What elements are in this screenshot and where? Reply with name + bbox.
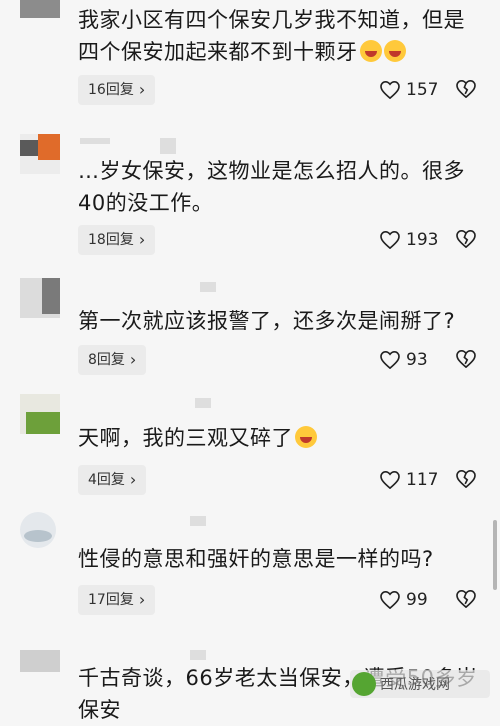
avatar[interactable]	[20, 512, 56, 548]
watermark: 西瓜游戏网	[350, 670, 490, 698]
avatar[interactable]	[20, 0, 60, 18]
redacted-username	[200, 282, 216, 292]
dislike-button[interactable]	[456, 230, 476, 248]
dislike-button[interactable]	[456, 470, 476, 488]
like-button[interactable]: 193	[380, 230, 438, 250]
reply-count-button[interactable]: 16回复 ›	[78, 75, 156, 105]
avatar[interactable]	[20, 394, 60, 434]
chevron-right-icon: ›	[129, 470, 137, 489]
dislike-button[interactable]	[456, 80, 476, 98]
chevron-right-icon: ›	[138, 590, 146, 609]
heart-icon	[380, 231, 400, 249]
broken-heart-icon	[456, 590, 476, 608]
like-button[interactable]: 93	[380, 350, 428, 370]
chevron-right-icon: ›	[129, 350, 137, 369]
dislike-button[interactable]	[456, 350, 476, 368]
heart-icon	[380, 471, 400, 489]
avatar[interactable]	[20, 278, 60, 318]
heart-icon	[380, 81, 400, 99]
reply-count-button[interactable]: 4回复 ›	[78, 465, 147, 495]
broken-heart-icon	[456, 350, 476, 368]
scrollbar[interactable]	[493, 520, 497, 590]
broken-heart-icon	[456, 230, 476, 248]
reply-count-button[interactable]: 18回复 ›	[78, 225, 156, 255]
chevron-right-icon: ›	[138, 80, 146, 99]
chevron-right-icon: ›	[138, 230, 146, 249]
broken-heart-icon	[456, 80, 476, 98]
redacted-username	[195, 398, 211, 408]
heart-icon	[380, 591, 400, 609]
avatar[interactable]	[20, 650, 60, 672]
redacted-username	[190, 650, 206, 660]
laughing-emoji-icon	[383, 40, 406, 62]
comment-text: 天啊，我的三观又碎了	[78, 422, 478, 454]
redacted-username	[190, 516, 206, 526]
comment-text: 性侵的意思和强奸的意思是一样的吗?	[78, 547, 434, 571]
avatar[interactable]	[20, 134, 60, 174]
heart-icon	[380, 351, 400, 369]
comment-text: 我家小区有四个保安几岁我不知道，但是四个保安加起来都不到十颗牙	[78, 8, 465, 64]
watermark-logo-icon	[352, 672, 376, 696]
laughing-emoji-icon	[359, 40, 382, 62]
like-button[interactable]: 99	[380, 590, 428, 610]
reply-count-button[interactable]: 17回复 ›	[78, 585, 156, 615]
redacted-username	[80, 138, 110, 144]
reply-count-button[interactable]: 8回复 ›	[78, 345, 147, 375]
redacted-block	[160, 138, 176, 154]
like-button[interactable]: 157	[380, 80, 438, 100]
laughing-emoji-icon	[295, 426, 317, 448]
comment-text: 第一次就应该报警了，还多次是闹掰了?	[78, 309, 456, 333]
dislike-button[interactable]	[456, 590, 476, 608]
like-button[interactable]: 117	[380, 470, 438, 490]
comment-text: …岁女保安，这物业是怎么招人的。很多40的没工作。	[78, 159, 465, 215]
broken-heart-icon	[456, 470, 476, 488]
